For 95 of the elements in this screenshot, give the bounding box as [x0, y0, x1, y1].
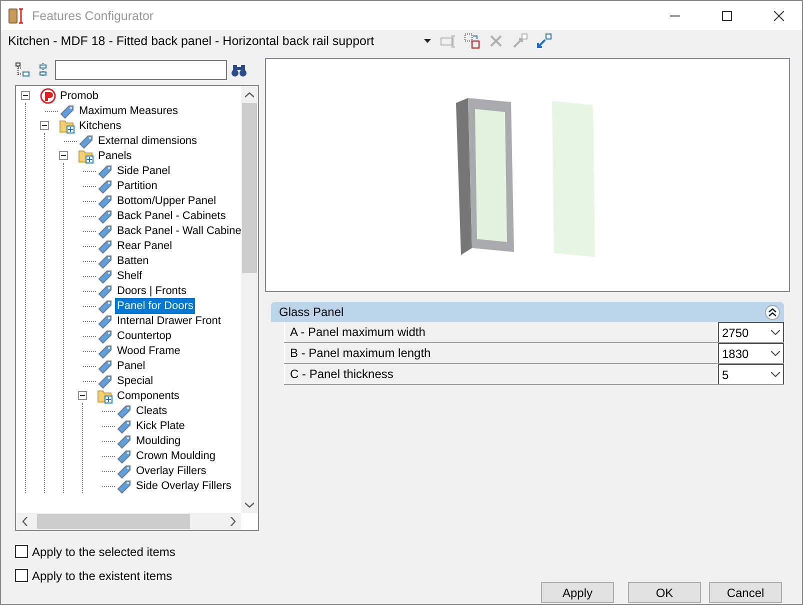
minus-icon: [61, 153, 66, 158]
value-dropdown[interactable]: 2750: [718, 322, 784, 342]
tag-icon: [97, 252, 113, 268]
maximize-icon: [722, 10, 732, 20]
binoculars-icon[interactable]: [231, 62, 247, 78]
horizontal-scrollbar[interactable]: [16, 513, 241, 530]
dialog-button[interactable]: Apply: [541, 582, 614, 603]
tree-item[interactable]: Panel: [115, 358, 148, 374]
folder-icon: [97, 388, 113, 404]
tree-item[interactable]: Rear Panel: [115, 238, 174, 254]
tag-icon: [116, 402, 132, 418]
tree-item[interactable]: Partition: [115, 178, 160, 194]
dialog-button[interactable]: OK: [628, 582, 701, 603]
logo-icon: [40, 88, 56, 104]
checkbox-label: Apply to the selected items: [32, 544, 176, 558]
minus-icon: [23, 93, 28, 98]
import-icon: [536, 33, 552, 49]
tree-item[interactable]: Cleats: [134, 402, 170, 418]
section-title: Glass Panel: [279, 305, 344, 319]
expand-tree-icon[interactable]: [15, 62, 31, 78]
collapse-toggle[interactable]: [78, 391, 87, 400]
tag-icon: [97, 312, 113, 328]
checkbox[interactable]: [15, 545, 28, 558]
toolbar-button[interactable]: [535, 32, 553, 50]
tag-icon: [97, 268, 113, 284]
tag-icon: [97, 162, 113, 178]
tree-item[interactable]: Shelf: [115, 268, 144, 284]
tree-item[interactable]: Panel for Doors: [115, 298, 196, 314]
export-icon: [512, 33, 528, 49]
rename-icon: [440, 33, 456, 49]
tree-item[interactable]: Promob: [58, 88, 101, 104]
chevron-icon: [771, 351, 780, 356]
tag-icon: [97, 358, 113, 374]
minus-icon: [42, 123, 47, 128]
tag-icon: [97, 192, 113, 208]
tree-item[interactable]: Side Overlay Fillers: [134, 478, 234, 494]
tree-item[interactable]: Internal Drawer Front: [115, 312, 223, 328]
tree-item[interactable]: Countertop: [115, 328, 174, 344]
value-dropdown[interactable]: 5: [718, 364, 784, 384]
tag-icon: [97, 208, 113, 224]
tag-icon: [116, 478, 132, 494]
tree-item[interactable]: Back Panel - Cabinets: [115, 208, 228, 224]
delete-icon: [488, 33, 504, 49]
tag-icon: [116, 448, 132, 464]
tag-icon: [116, 432, 132, 448]
tag-icon: [97, 298, 113, 314]
tree-item[interactable]: Crown Moulding: [134, 448, 218, 464]
tree-item[interactable]: Batten: [115, 252, 151, 268]
tag-icon: [97, 342, 113, 358]
folder-icon: [59, 118, 75, 134]
toolbar-button[interactable]: [463, 32, 481, 50]
minus-icon: [80, 393, 85, 398]
tree-item[interactable]: Special: [115, 372, 156, 388]
chevron-icon: [768, 308, 777, 316]
chevron-icon: [771, 330, 780, 335]
tree-item[interactable]: Panels: [96, 148, 134, 164]
tree-item[interactable]: Overlay Fillers: [134, 462, 208, 478]
tree-item[interactable]: Wood Frame: [115, 342, 182, 358]
tag-icon: [97, 282, 113, 298]
checkbox[interactable]: [15, 569, 28, 582]
tree-item[interactable]: Kick Plate: [134, 418, 187, 434]
collapse-toggle[interactable]: [21, 91, 30, 100]
collapse-toggle[interactable]: [40, 121, 49, 130]
folder-icon: [78, 148, 94, 164]
tree-item[interactable]: External dimensions: [96, 132, 200, 148]
dialog-button[interactable]: Cancel: [709, 582, 782, 603]
tag-icon: [97, 238, 113, 254]
collapse-button[interactable]: [765, 304, 780, 320]
vertical-scrollbar[interactable]: [241, 86, 258, 513]
tag-icon: [97, 328, 113, 344]
tag-icon: [116, 418, 132, 434]
tree-item[interactable]: Moulding: [134, 432, 183, 448]
tree-item[interactable]: Bottom/Upper Panel: [115, 192, 218, 208]
tag-icon: [97, 222, 113, 238]
tree-item[interactable]: Doors | Fronts: [115, 282, 188, 298]
tree-item[interactable]: Side Panel: [115, 162, 172, 178]
search-field[interactable]: [55, 60, 227, 80]
close-icon: [774, 10, 784, 20]
tree-item[interactable]: Back Panel - Wall Cabine: [115, 222, 241, 238]
tag-icon: [97, 372, 113, 388]
tag-icon: [78, 132, 94, 148]
tree-item[interactable]: Components: [115, 388, 182, 404]
tree-item[interactable]: Kitchens: [77, 118, 124, 134]
checkbox-label: Apply to the existent items: [32, 568, 172, 582]
tag-icon: [97, 178, 113, 194]
window-title: Features Configurator: [32, 8, 155, 22]
replace-icon: [464, 33, 480, 49]
app-icon: [8, 6, 26, 24]
caret-icon: [424, 39, 431, 43]
value-dropdown[interactable]: 1830: [718, 343, 784, 363]
collapse-toggle[interactable]: [59, 151, 68, 160]
tree-item[interactable]: Maximum Measures: [77, 102, 180, 118]
tag-icon: [59, 102, 75, 118]
tag-icon: [116, 462, 132, 478]
chevron-icon: [771, 372, 780, 377]
